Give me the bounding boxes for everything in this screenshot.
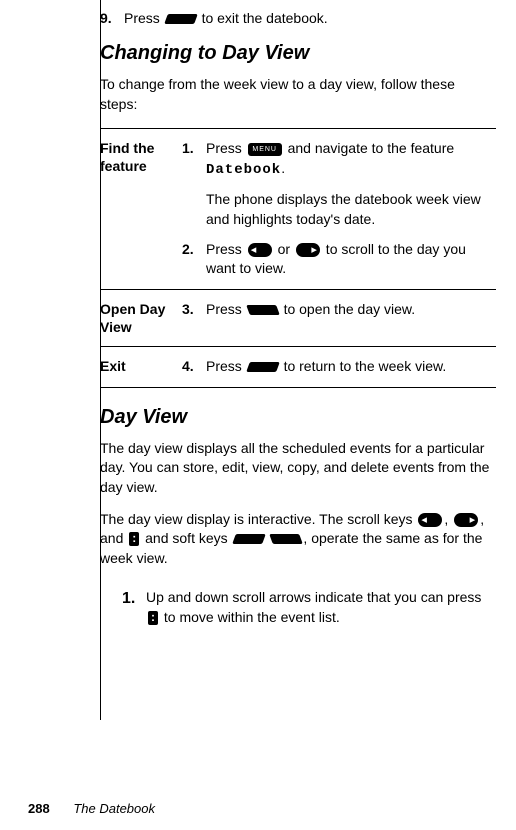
day-view-description: The day view displays all the scheduled … [100, 439, 496, 498]
step-extra-text: The phone displays the datebook week vie… [206, 190, 496, 229]
step-number: 9. [100, 10, 116, 26]
row-label: Find the feature [100, 139, 182, 279]
row-label: Open Day View [100, 300, 182, 336]
step-3: 3. Press to open the day view. [182, 300, 496, 320]
nav-key-icon [148, 611, 158, 625]
bottom-step-1: 1. Up and down scroll arrows indicate th… [122, 588, 496, 627]
softkey-left-icon [246, 362, 280, 372]
page-footer: 288 The Datebook [28, 801, 155, 816]
day-view-interactive-description: The day view display is interactive. The… [100, 510, 496, 569]
row-content: 1. Press MENU and navigate to the featur… [182, 139, 496, 279]
row-content: 4. Press to return to the week view. [182, 357, 496, 377]
step-number: 2. [182, 240, 198, 279]
table-row-open-day-view: Open Day View 3. Press to open the day v… [100, 289, 496, 346]
step-number: 3. [182, 300, 198, 320]
section-title-changing-to-day-view: Changing to Day View [100, 42, 496, 65]
step-2: 2. Press or to scroll to the day you wan… [182, 240, 496, 279]
step-body: Press to return to the week view. [206, 357, 496, 377]
row-label: Exit [100, 357, 182, 377]
softkey-right-icon [270, 534, 304, 544]
table-row-exit: Exit 4. Press to return to the week view… [100, 346, 496, 388]
nav-key-icon [129, 532, 139, 546]
left-scroll-key-icon [248, 243, 272, 257]
step-body: Press to open the day view. [206, 300, 496, 320]
feature-name: Datebook [206, 162, 281, 178]
menu-key-icon: MENU [248, 143, 282, 156]
left-scroll-key-icon [418, 513, 442, 527]
step-number: 1. [182, 139, 198, 229]
softkey-left-icon [232, 534, 266, 544]
row-content: 3. Press to open the day view. [182, 300, 496, 336]
step-9: 9. Press to exit the datebook. [100, 10, 496, 26]
softkey-right-icon [246, 305, 280, 315]
right-scroll-key-icon [296, 243, 320, 257]
page-number: 288 [28, 801, 50, 816]
steps-table: Find the feature 1. Press MENU and navig… [100, 128, 496, 388]
step-body: Press or to scroll to the day you want t… [206, 240, 496, 279]
step-number: 4. [182, 357, 198, 377]
page-section-title: The Datebook [73, 801, 155, 816]
section-title-day-view: Day View [100, 406, 496, 429]
step-body: Up and down scroll arrows indicate that … [146, 588, 496, 627]
softkey-left-icon [164, 14, 198, 24]
step-1: 1. Press MENU and navigate to the featur… [182, 139, 496, 229]
intro-text: To change from the week view to a day vi… [100, 75, 496, 114]
step-text: Press to exit the datebook. [124, 10, 496, 26]
step-4: 4. Press to return to the week view. [182, 357, 496, 377]
right-scroll-key-icon [454, 513, 478, 527]
step-number: 1. [122, 588, 138, 627]
table-row-find-feature: Find the feature 1. Press MENU and navig… [100, 128, 496, 289]
step-body: Press MENU and navigate to the feature D… [206, 139, 496, 229]
